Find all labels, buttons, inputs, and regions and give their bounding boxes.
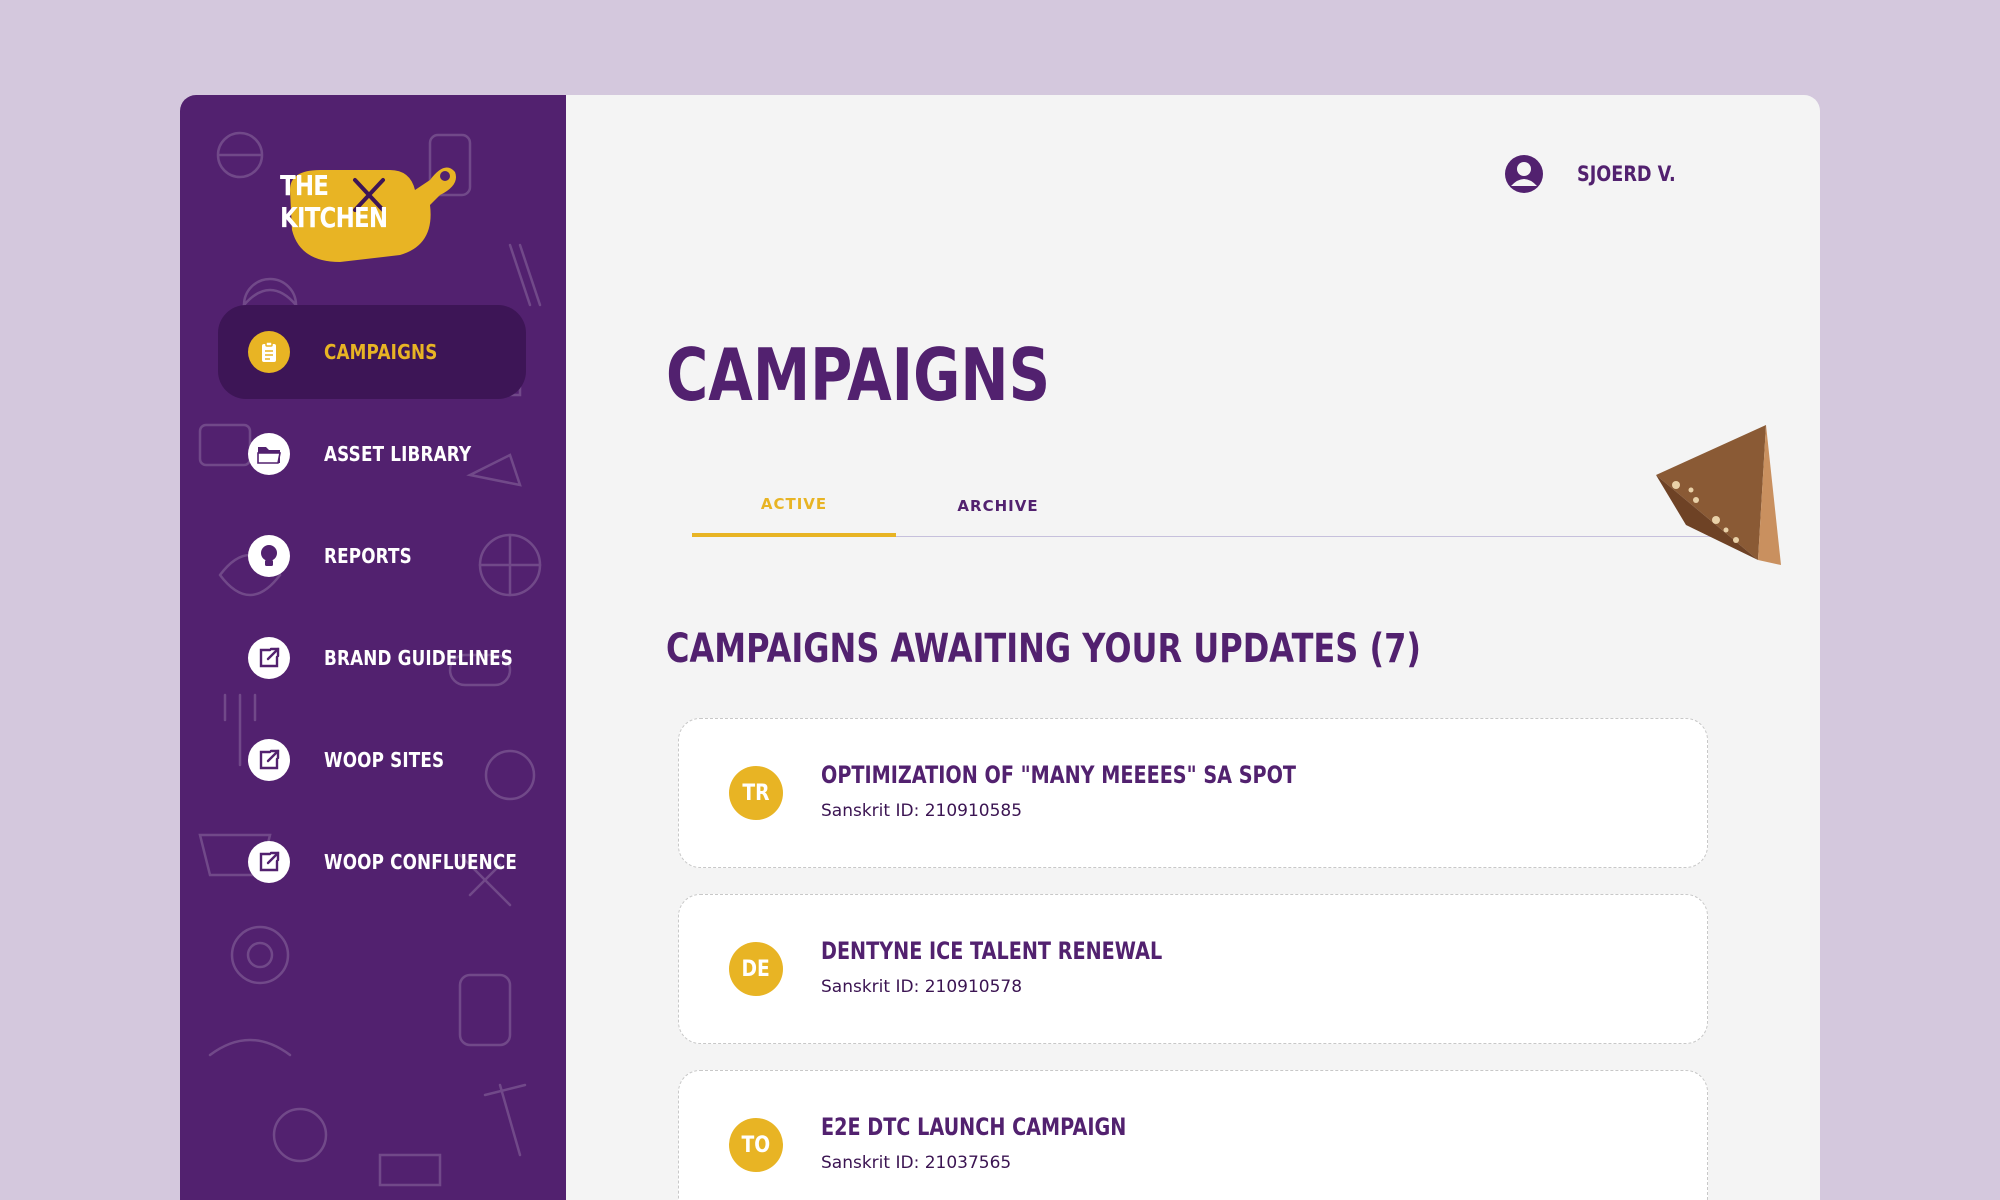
tab-active[interactable]: ACTIVE xyxy=(692,475,896,537)
sidebar-item-campaigns[interactable]: CAMPAIGNS xyxy=(218,305,526,399)
sidebar: THE KITCHEN CAMPAIGNS ASSET LIBRARY REPO… xyxy=(180,95,566,1200)
campaign-sanskrit-id: Sanskrit ID: 210910578 xyxy=(821,977,1023,997)
page-title: CAMPAIGNS xyxy=(666,333,1051,417)
campaign-title: DENTYNE ICE TALENT RENEWAL xyxy=(821,937,1163,965)
external-link-icon xyxy=(248,637,290,679)
external-link-icon xyxy=(248,841,290,883)
campaign-tabs: ACTIVE ARCHIVE xyxy=(692,475,1722,537)
folder-icon xyxy=(248,433,290,475)
campaign-title: OPTIMIZATION OF "MANY MEEEES" SA SPOT xyxy=(821,761,1297,789)
clipboard-icon xyxy=(248,331,290,373)
main-content: SJOERD V. CAMPAIGNS ACTIVE ARCHIVE CAMPA… xyxy=(566,95,1820,1200)
campaign-sanskrit-id: Sanskrit ID: 210910585 xyxy=(821,801,1023,821)
campaign-title: E2E DTC LAUNCH CAMPAIGN xyxy=(821,1113,1127,1141)
sidebar-item-asset-library[interactable]: ASSET LIBRARY xyxy=(218,407,526,501)
campaign-avatar: TO xyxy=(729,1118,783,1172)
sidebar-item-label: REPORTS xyxy=(324,544,412,568)
app-window: THE KITCHEN CAMPAIGNS ASSET LIBRARY REPO… xyxy=(180,95,1820,1200)
logo-line-1: THE xyxy=(280,169,329,202)
sidebar-item-label: BRAND GUIDELINES xyxy=(324,646,513,670)
logo-line-2: KITCHEN xyxy=(280,201,388,234)
the-kitchen-logo[interactable]: THE KITCHEN xyxy=(280,150,460,270)
section-title: CAMPAIGNS AWAITING YOUR UPDATES (7) xyxy=(666,626,1421,672)
sidebar-item-woop-confluence[interactable]: WOOP CONFLUENCE xyxy=(218,815,526,909)
avatar-initials: TO xyxy=(741,1132,771,1158)
logo-wordmark: THE KITCHEN xyxy=(280,169,388,234)
sidebar-item-label: WOOP CONFLUENCE xyxy=(324,850,518,874)
campaign-avatar: TR xyxy=(729,766,783,820)
campaign-card[interactable]: TR OPTIMIZATION OF "MANY MEEEES" SA SPOT… xyxy=(678,718,1708,868)
chocolate-triangle-image xyxy=(1656,425,1781,565)
avatar-initials: DE xyxy=(741,956,771,982)
lightbulb-icon xyxy=(248,535,290,577)
sidebar-item-woop-sites[interactable]: WOOP SITES xyxy=(218,713,526,807)
user-account-icon xyxy=(1505,155,1544,193)
sidebar-item-brand-guidelines[interactable]: BRAND GUIDELINES xyxy=(218,611,526,705)
tab-archive[interactable]: ARCHIVE xyxy=(896,475,1100,537)
campaign-sanskrit-id: Sanskrit ID: 21037565 xyxy=(821,1153,1012,1173)
sidebar-item-reports[interactable]: REPORTS xyxy=(218,509,526,603)
user-menu[interactable]: SJOERD V. xyxy=(1505,155,1695,193)
avatar-initials: TR xyxy=(742,780,770,806)
sidebar-item-label: WOOP SITES xyxy=(324,748,445,772)
external-link-icon xyxy=(248,739,290,781)
campaign-card[interactable]: TO E2E DTC LAUNCH CAMPAIGN Sanskrit ID: … xyxy=(678,1070,1708,1200)
campaign-card[interactable]: DE DENTYNE ICE TALENT RENEWAL Sanskrit I… xyxy=(678,894,1708,1044)
user-name: SJOERD V. xyxy=(1577,162,1677,186)
sidebar-item-label: CAMPAIGNS xyxy=(324,340,438,364)
sidebar-item-label: ASSET LIBRARY xyxy=(324,442,472,466)
campaign-avatar: DE xyxy=(729,942,783,996)
